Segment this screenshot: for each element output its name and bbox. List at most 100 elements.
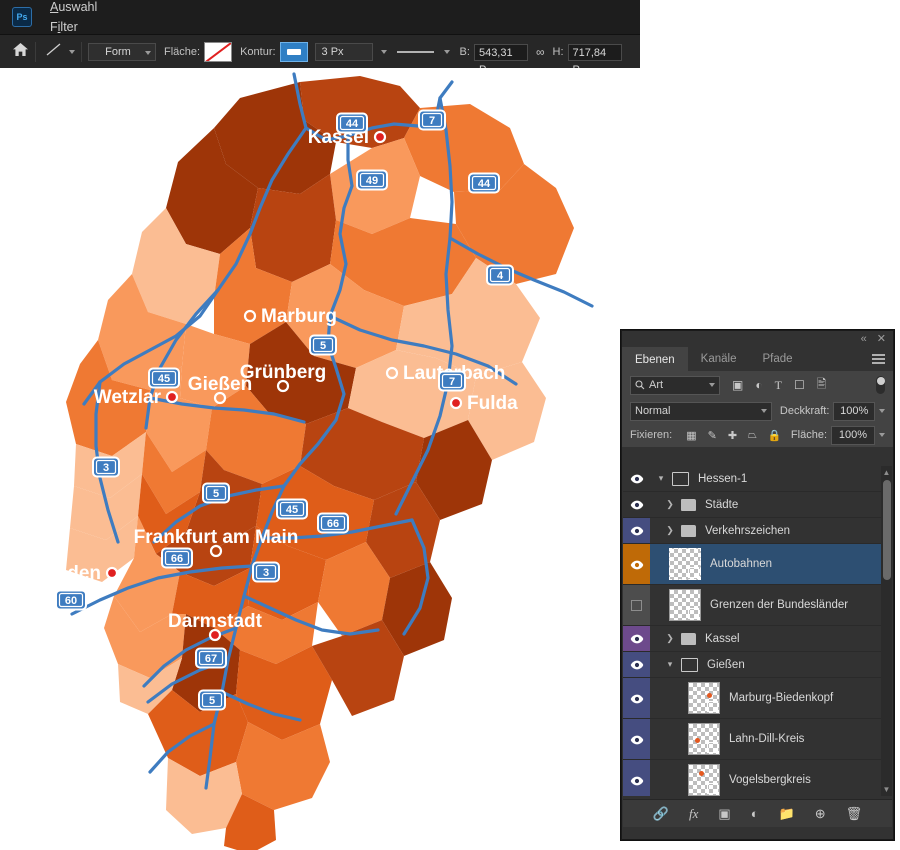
layer-row[interactable]: Autobahnen: [623, 544, 892, 585]
layer-visibility-toggle[interactable]: [623, 652, 650, 677]
fill-opacity-caret-icon[interactable]: [879, 433, 885, 437]
lock-image-icon[interactable]: ✎: [708, 429, 717, 442]
tool-preset-caret-icon[interactable]: [69, 50, 75, 54]
layer-row[interactable]: ▾ Gießen: [623, 652, 892, 678]
layer-name: Gießen: [707, 658, 745, 671]
shield-number: 44: [478, 178, 491, 190]
link-icon[interactable]: ∞: [536, 45, 545, 59]
layer-row[interactable]: ❯ Verkehrszeichen: [623, 518, 892, 544]
layer-row-body[interactable]: ❯ Städte: [650, 492, 892, 517]
lock-transparency-icon[interactable]: ▦: [686, 429, 696, 442]
tab-ebenen[interactable]: Ebenen: [622, 347, 688, 371]
scroll-down-icon[interactable]: ▼: [881, 783, 892, 796]
layer-row-body[interactable]: Vogelsbergkreis: [650, 760, 892, 796]
chevron-down-icon[interactable]: ▾: [665, 659, 675, 670]
layer-thumbnail[interactable]: [688, 682, 720, 714]
layer-thumbnail[interactable]: [669, 548, 701, 580]
chevron-right-icon[interactable]: ❯: [665, 525, 675, 536]
delete-layer-icon[interactable]: 🗑: [846, 806, 863, 822]
layer-thumbnail[interactable]: [688, 723, 720, 755]
filter-kind-select[interactable]: Art: [630, 375, 720, 395]
eye-icon: [630, 776, 644, 785]
line-tool-icon[interactable]: [44, 41, 64, 64]
layer-mask-icon[interactable]: ▣: [718, 806, 730, 822]
layers-panel[interactable]: « ✕ Ebenen Kanäle Pfade Art ▣ ◐ T ☐ 🖹 No…: [621, 330, 894, 840]
home-icon[interactable]: [12, 42, 29, 62]
lock-position-icon[interactable]: ✚: [728, 429, 737, 442]
stroke-style-select[interactable]: [396, 48, 450, 56]
fill-opacity-input[interactable]: 100%: [831, 425, 875, 445]
smart-object-filter-icon[interactable]: 🖹: [817, 375, 827, 396]
tab-pfade[interactable]: Pfade: [749, 347, 806, 371]
collapse-icon[interactable]: «: [861, 333, 867, 345]
link-layers-icon[interactable]: 🔗: [653, 806, 669, 822]
layer-style-fx-icon[interactable]: fx: [689, 806, 698, 822]
adjustment-layer-icon[interactable]: ◐: [751, 806, 759, 821]
width-input[interactable]: 543,31 P: [473, 43, 528, 76]
fill-swatch[interactable]: [204, 42, 233, 62]
city-label: Marburg: [261, 306, 337, 327]
adjustment-filter-icon[interactable]: ◐: [755, 378, 762, 392]
stroke-width-caret-icon[interactable]: [380, 50, 387, 54]
layer-row-body[interactable]: ▾ Hessen-1: [650, 466, 892, 491]
layer-visibility-toggle[interactable]: [623, 626, 650, 651]
scroll-up-icon[interactable]: ▲: [881, 466, 892, 479]
lock-row: Fixieren: ▦ ✎ ✚ ⏢ 🔒 Fläche: 100%: [622, 423, 893, 447]
tool-mode-select[interactable]: Form: [88, 43, 156, 61]
pixel-filter-icon[interactable]: ▣: [732, 378, 743, 392]
tab-kanaele[interactable]: Kanäle: [687, 347, 750, 371]
stroke-swatch[interactable]: [279, 42, 308, 62]
chevron-down-icon[interactable]: ▾: [656, 473, 666, 484]
city-label: Wiesbaden: [1, 563, 101, 584]
opacity-input[interactable]: 100%: [833, 401, 875, 421]
lock-all-icon[interactable]: 🔒: [768, 429, 782, 442]
layer-visibility-toggle[interactable]: [623, 760, 650, 796]
type-filter-icon[interactable]: T: [775, 378, 782, 393]
chevron-right-icon[interactable]: ❯: [665, 499, 675, 510]
layer-row[interactable]: Lahn-Dill-Kreis: [623, 719, 892, 760]
layer-row-body[interactable]: Autobahnen: [650, 544, 892, 584]
layer-row[interactable]: ❯ Städte: [623, 492, 892, 518]
layer-row-body[interactable]: ❯ Verkehrszeichen: [650, 518, 892, 543]
layer-visibility-toggle[interactable]: [623, 466, 650, 491]
layer-row[interactable]: ▾ Hessen-1: [623, 466, 892, 492]
stroke-width-input[interactable]: 3 Px: [314, 43, 373, 61]
layer-visibility-toggle[interactable]: [623, 544, 650, 584]
layer-list-scrollbar[interactable]: ▲ ▼: [881, 466, 892, 796]
chevron-right-icon[interactable]: ❯: [665, 633, 675, 644]
layer-visibility-toggle[interactable]: [623, 518, 650, 543]
layer-row-body[interactable]: Marburg-Biedenkopf: [650, 678, 892, 718]
layer-thumbnail[interactable]: [688, 764, 720, 796]
layer-row[interactable]: Marburg-Biedenkopf: [623, 678, 892, 719]
blend-mode-select[interactable]: Normal: [630, 401, 772, 421]
panel-menu-icon[interactable]: [872, 354, 885, 364]
layer-row[interactable]: ❯ Kassel: [623, 626, 892, 652]
layer-row-body[interactable]: ▾ Gießen: [650, 652, 892, 677]
layer-row[interactable]: Vogelsbergkreis: [623, 760, 892, 796]
layer-visibility-toggle[interactable]: [623, 719, 650, 759]
lock-artboard-icon[interactable]: ⏢: [748, 429, 757, 442]
shape-filter-icon[interactable]: ☐: [794, 378, 805, 392]
height-input[interactable]: 717,84 P: [567, 43, 622, 76]
document-canvas[interactable]: KasselMarburgLauterbachWetzlarGießenGrün…: [0, 68, 640, 850]
city-dot: [373, 130, 387, 144]
layer-visibility-toggle[interactable]: [623, 585, 650, 625]
layer-row-body[interactable]: ❯ Kassel: [650, 626, 892, 651]
layer-list[interactable]: ▾ Hessen-1 ❯ Städte ❯ Verkehrszeichen Autobahn…: [623, 466, 892, 796]
scrollbar-thumb[interactable]: [882, 480, 891, 580]
layer-visibility-toggle[interactable]: [623, 492, 650, 517]
menu-auswahl[interactable]: Auswahl: [42, 0, 118, 17]
layer-row-body[interactable]: Lahn-Dill-Kreis: [650, 719, 892, 759]
eye-icon: [630, 634, 644, 644]
filter-toggle[interactable]: [876, 376, 885, 394]
new-layer-icon[interactable]: ⊕: [815, 806, 826, 822]
shield-number: 5: [209, 695, 215, 707]
new-group-icon[interactable]: 📁: [779, 806, 795, 822]
close-icon[interactable]: ✕: [877, 333, 886, 345]
opacity-caret-icon[interactable]: [879, 409, 885, 413]
layer-thumbnail[interactable]: [669, 589, 701, 621]
eye-icon: [630, 560, 644, 569]
layer-row-body[interactable]: Grenzen der Bundesländer: [650, 585, 892, 625]
layer-visibility-toggle[interactable]: [623, 678, 650, 718]
layer-row[interactable]: Grenzen der Bundesländer: [623, 585, 892, 626]
